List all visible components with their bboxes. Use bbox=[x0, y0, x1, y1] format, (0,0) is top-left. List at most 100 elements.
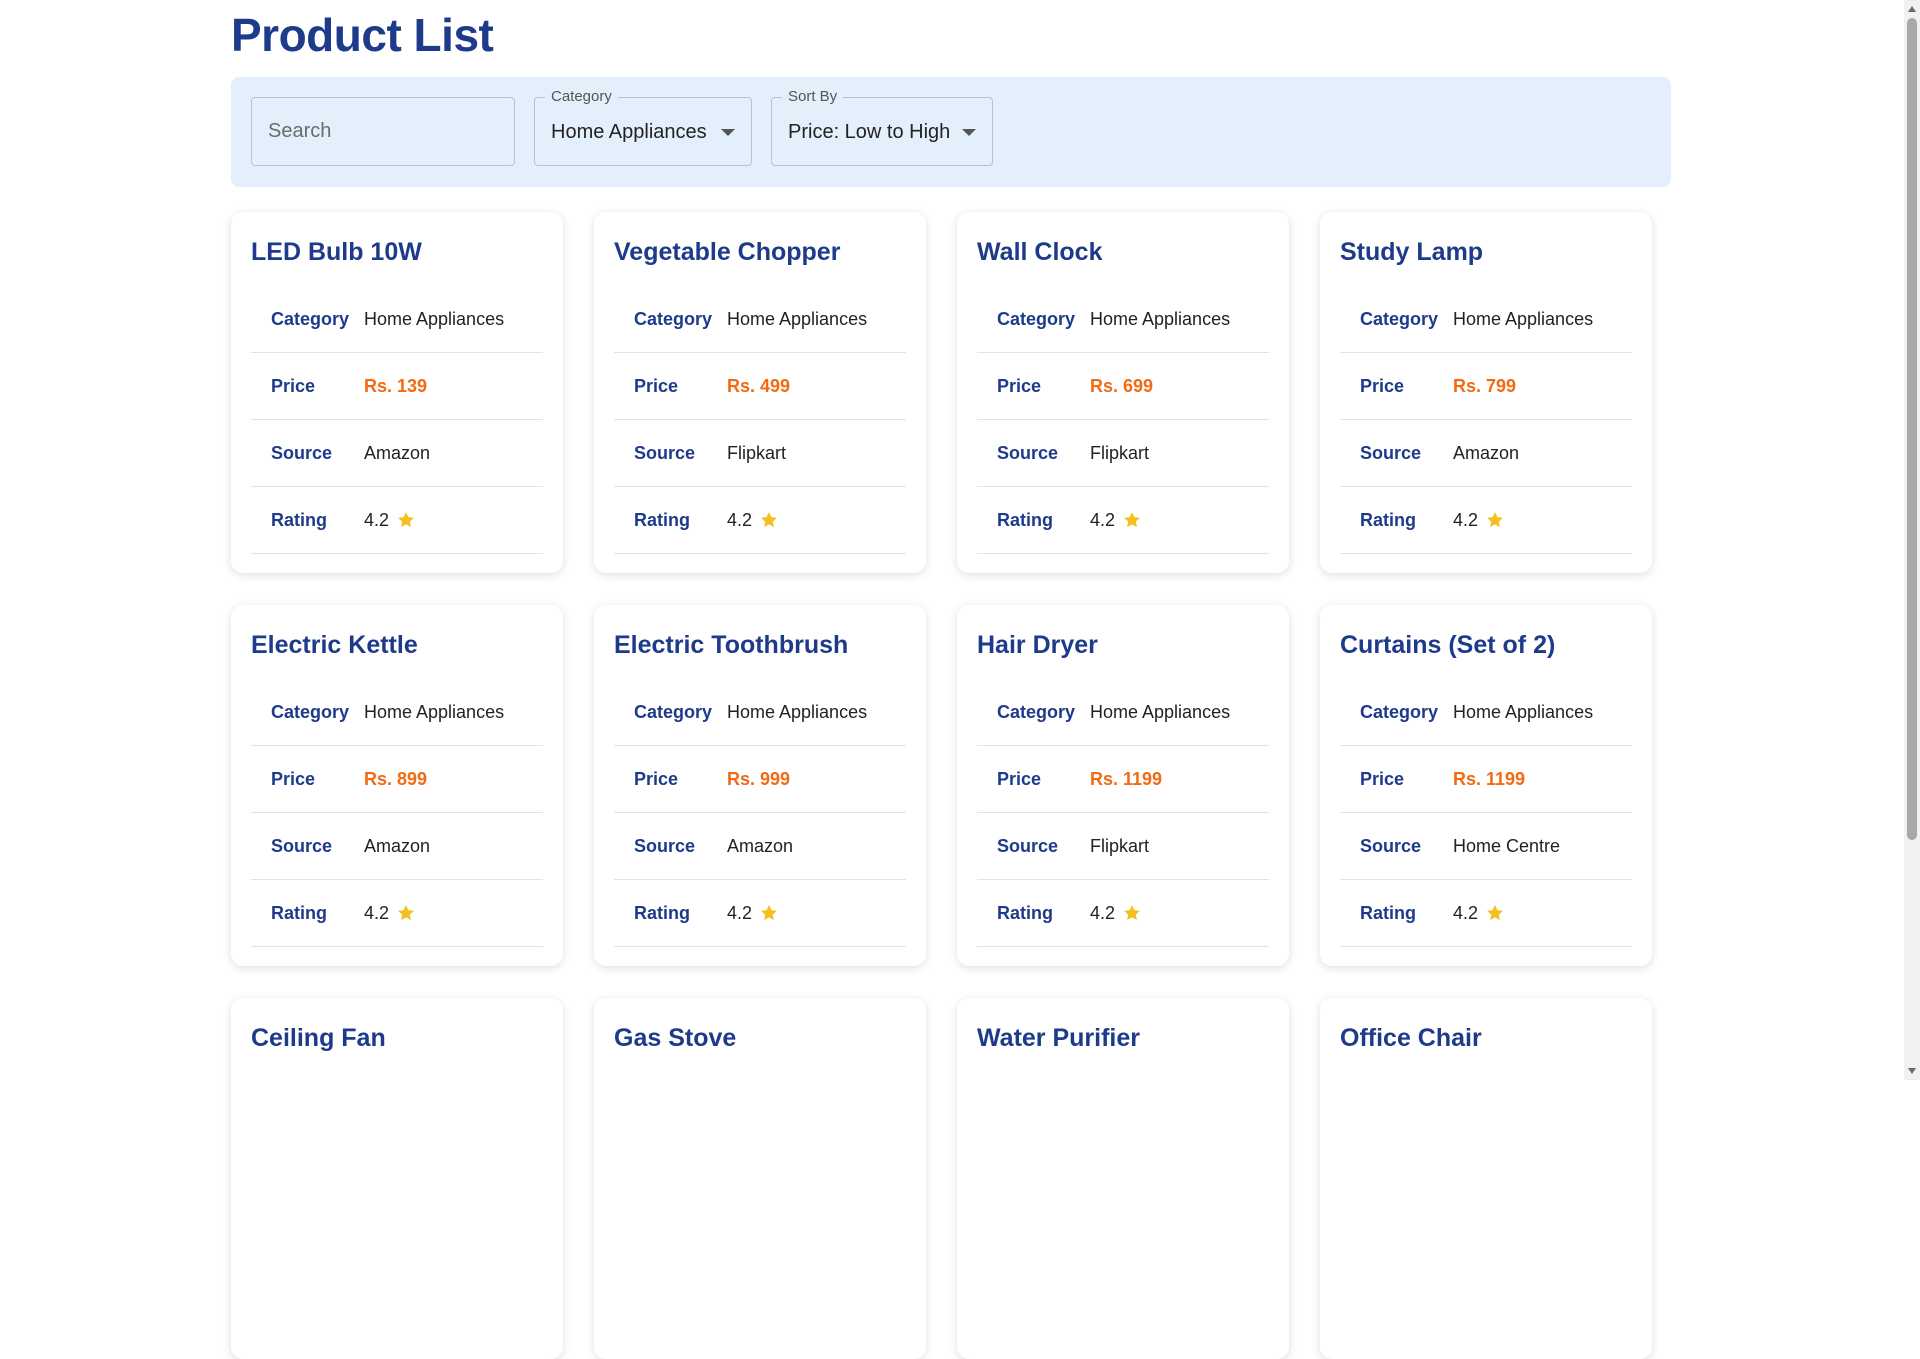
product-card[interactable]: Electric Toothbrush Category Home Applianc… bbox=[594, 605, 926, 966]
category-label: Category bbox=[997, 701, 1076, 722]
scroll-up-arrow-icon[interactable] bbox=[1908, 6, 1916, 12]
star-icon bbox=[398, 512, 414, 528]
category-value: Home Appliances bbox=[727, 308, 868, 329]
rating-label: Rating bbox=[271, 509, 327, 530]
star-icon bbox=[1487, 905, 1503, 921]
source-label: Source bbox=[271, 442, 333, 463]
category-row: Category Home Appliances bbox=[251, 286, 543, 353]
source-row: Source Amazon bbox=[1340, 420, 1632, 487]
product-name: Curtains (Set of 2) bbox=[1340, 631, 1556, 659]
rating-value: 4.2 bbox=[727, 509, 753, 530]
star-icon bbox=[761, 512, 777, 528]
rating-label: Rating bbox=[1360, 902, 1416, 923]
product-card[interactable]: Gas Stove bbox=[594, 998, 926, 1359]
product-name: Wall Clock bbox=[977, 238, 1103, 266]
price-value: Rs. 899 bbox=[364, 768, 428, 789]
star-icon bbox=[398, 905, 414, 921]
product-name: Office Chair bbox=[1340, 1024, 1482, 1052]
category-select[interactable]: Category Home Appliances bbox=[534, 88, 752, 166]
rating-value: 4.2 bbox=[1453, 902, 1479, 923]
product-name: Study Lamp bbox=[1340, 238, 1484, 266]
product-card[interactable]: Wall Clock Category Home Appliances Price Rs… bbox=[957, 212, 1289, 573]
chevron-down-icon bbox=[721, 129, 735, 136]
search-field[interactable] bbox=[251, 97, 515, 166]
page-title: Product List bbox=[231, 9, 494, 61]
price-label: Price bbox=[997, 768, 1042, 789]
product-card[interactable]: Curtains (Set of 2) Category Home Applianc… bbox=[1320, 605, 1652, 966]
category-row: Category Home Appliances bbox=[614, 679, 906, 746]
price-value: Rs. 1199 bbox=[1090, 768, 1163, 789]
rating-row: Rating 4.2 bbox=[251, 487, 543, 554]
product-card[interactable]: Hair Dryer Category Home Appliances Price Rs… bbox=[957, 605, 1289, 966]
rating-row: Rating 4.2 bbox=[251, 880, 543, 947]
rating-value: 4.2 bbox=[364, 509, 390, 530]
price-value: Rs. 999 bbox=[727, 768, 791, 789]
product-card[interactable]: Study Lamp Category Home Appliances Price Rs… bbox=[1320, 212, 1652, 573]
product-name: Ceiling Fan bbox=[251, 1024, 386, 1052]
category-label: Category bbox=[271, 701, 350, 722]
category-row: Category Home Appliances bbox=[614, 286, 906, 353]
source-row: Source Home Centre bbox=[1340, 813, 1632, 880]
rating-value: 4.2 bbox=[1090, 509, 1116, 530]
price-row: Price Rs. 799 bbox=[1340, 353, 1632, 420]
source-label: Source bbox=[271, 835, 333, 856]
star-icon bbox=[1487, 512, 1503, 528]
price-row: Price Rs. 699 bbox=[977, 353, 1269, 420]
source-row: Source Amazon bbox=[251, 813, 543, 880]
scrollbar-thumb[interactable] bbox=[1907, 18, 1917, 840]
source-label: Source bbox=[1360, 442, 1422, 463]
category-row: Category Home Appliances bbox=[251, 679, 543, 746]
rating-label: Rating bbox=[634, 509, 690, 530]
category-value: Home Appliances bbox=[364, 701, 505, 722]
product-card[interactable]: LED Bulb 10W Category Home Appliances Price… bbox=[231, 212, 563, 573]
price-label: Price bbox=[271, 375, 316, 396]
product-name: Water Purifier bbox=[977, 1024, 1141, 1052]
price-label: Price bbox=[271, 768, 316, 789]
category-value: Home Appliances bbox=[1453, 701, 1594, 722]
rating-label: Rating bbox=[634, 902, 690, 923]
rating-label: Rating bbox=[997, 902, 1053, 923]
category-row: Category Home Appliances bbox=[977, 679, 1269, 746]
category-value: Home Appliances bbox=[364, 308, 505, 329]
product-card[interactable]: Electric Kettle Category Home Appliances Pr… bbox=[231, 605, 563, 966]
product-card[interactable]: Water Purifier bbox=[957, 998, 1289, 1359]
rating-row: Rating 4.2 bbox=[1340, 880, 1632, 947]
rating-row: Rating 4.2 bbox=[614, 880, 906, 947]
price-value: Rs. 499 bbox=[727, 375, 791, 396]
product-card[interactable]: Vegetable Chopper Category Home Appliances… bbox=[594, 212, 926, 573]
price-row: Price Rs. 499 bbox=[614, 353, 906, 420]
category-label: Category bbox=[271, 308, 350, 329]
source-label: Source bbox=[997, 442, 1059, 463]
rating-value: 4.2 bbox=[1453, 509, 1479, 530]
price-row: Price Rs. 1199 bbox=[1340, 746, 1632, 813]
chevron-down-icon bbox=[962, 129, 976, 136]
price-value: Rs. 799 bbox=[1453, 375, 1517, 396]
rating-label: Rating bbox=[271, 902, 327, 923]
product-card[interactable]: Ceiling Fan bbox=[231, 998, 563, 1359]
star-icon bbox=[761, 905, 777, 921]
source-value: Amazon bbox=[727, 835, 794, 856]
rating-row: Rating 4.2 bbox=[977, 487, 1269, 554]
filter-bar: Category Home Appliances Sort By Price: … bbox=[231, 77, 1671, 187]
price-row: Price Rs. 1199 bbox=[977, 746, 1269, 813]
price-label: Price bbox=[634, 375, 679, 396]
category-value: Home Appliances bbox=[1453, 308, 1594, 329]
source-label: Source bbox=[634, 835, 696, 856]
source-label: Source bbox=[997, 835, 1059, 856]
source-row: Source Amazon bbox=[251, 420, 543, 487]
scroll-down-arrow-icon[interactable] bbox=[1908, 1068, 1916, 1074]
rating-value: 4.2 bbox=[364, 902, 390, 923]
source-row: Source Flipkart bbox=[977, 420, 1269, 487]
product-card[interactable]: Office Chair bbox=[1320, 998, 1652, 1359]
rating-value: 4.2 bbox=[1090, 902, 1116, 923]
price-row: Price Rs. 139 bbox=[251, 353, 543, 420]
category-value: Home Appliances bbox=[727, 701, 868, 722]
price-value: Rs. 139 bbox=[364, 375, 428, 396]
product-name: Hair Dryer bbox=[977, 631, 1098, 659]
source-row: Source Amazon bbox=[614, 813, 906, 880]
search-input[interactable] bbox=[252, 98, 514, 165]
sort-select[interactable]: Sort By Price: Low to High bbox=[771, 88, 993, 166]
page-scrollbar[interactable] bbox=[1904, 0, 1920, 1080]
category-label: Category bbox=[1360, 701, 1439, 722]
category-row: Category Home Appliances bbox=[977, 286, 1269, 353]
